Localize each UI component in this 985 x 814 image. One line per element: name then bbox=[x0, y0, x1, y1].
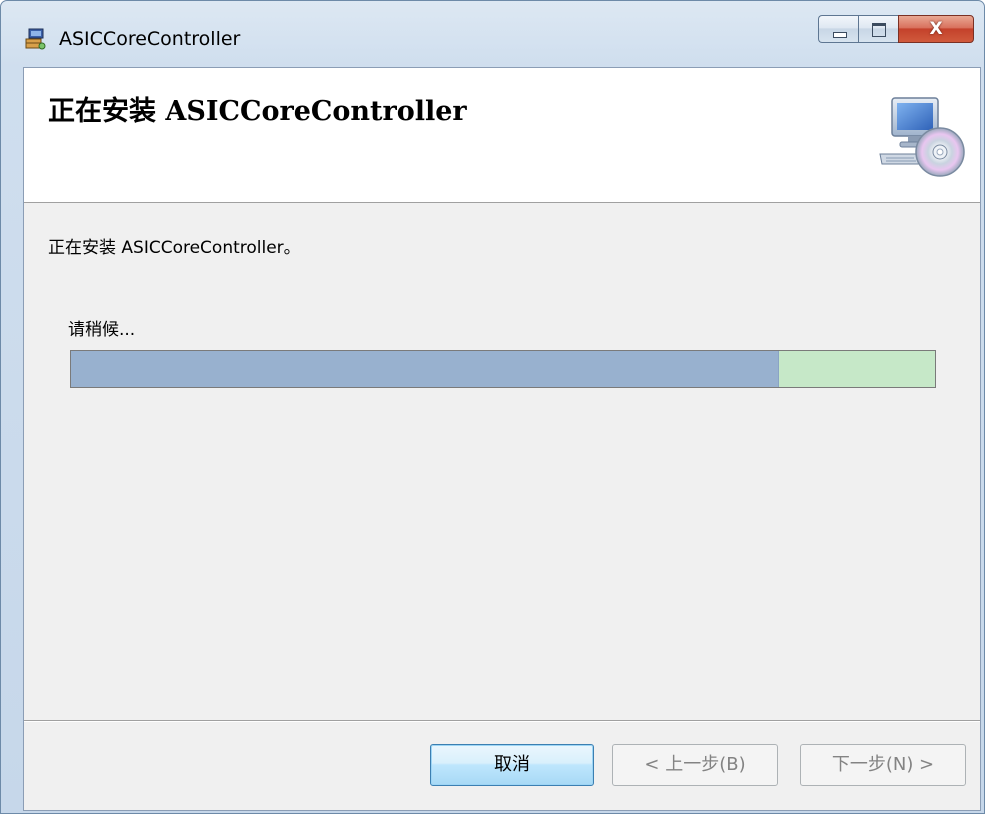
progress-fill bbox=[71, 351, 780, 387]
installer-app-icon bbox=[25, 28, 46, 50]
caption-buttons: X bbox=[818, 15, 974, 47]
wait-label: 请稍候... bbox=[68, 320, 136, 340]
banner-title: 正在安装 ASICCoreController bbox=[48, 96, 467, 127]
computer-cd-icon bbox=[879, 97, 965, 177]
installer-window: ASICCoreController X 正在安装 ASICCoreContro… bbox=[0, 0, 985, 814]
dialog-client-area: 正在安装 ASICCoreController 正在安装 ASICCoreCon… bbox=[23, 67, 981, 811]
maximize-icon bbox=[872, 23, 886, 37]
install-status-text: 正在安装 ASICCoreController。 bbox=[48, 238, 301, 258]
maximize-button[interactable] bbox=[858, 15, 898, 43]
close-button[interactable]: X bbox=[898, 15, 974, 43]
install-progress-bar bbox=[70, 350, 936, 388]
cancel-button[interactable]: 取消 bbox=[430, 744, 594, 786]
back-button[interactable]: < 上一步(B) bbox=[612, 744, 778, 786]
window-title: ASICCoreController bbox=[59, 28, 241, 50]
footer-divider bbox=[24, 720, 980, 722]
title-bar[interactable]: ASICCoreController X bbox=[1, 1, 984, 63]
minimize-button[interactable] bbox=[818, 15, 858, 43]
header-banner: 正在安装 ASICCoreController bbox=[24, 68, 980, 203]
minimize-icon bbox=[833, 32, 847, 38]
close-icon: X bbox=[929, 19, 943, 39]
next-button[interactable]: 下一步(N) > bbox=[800, 744, 966, 786]
